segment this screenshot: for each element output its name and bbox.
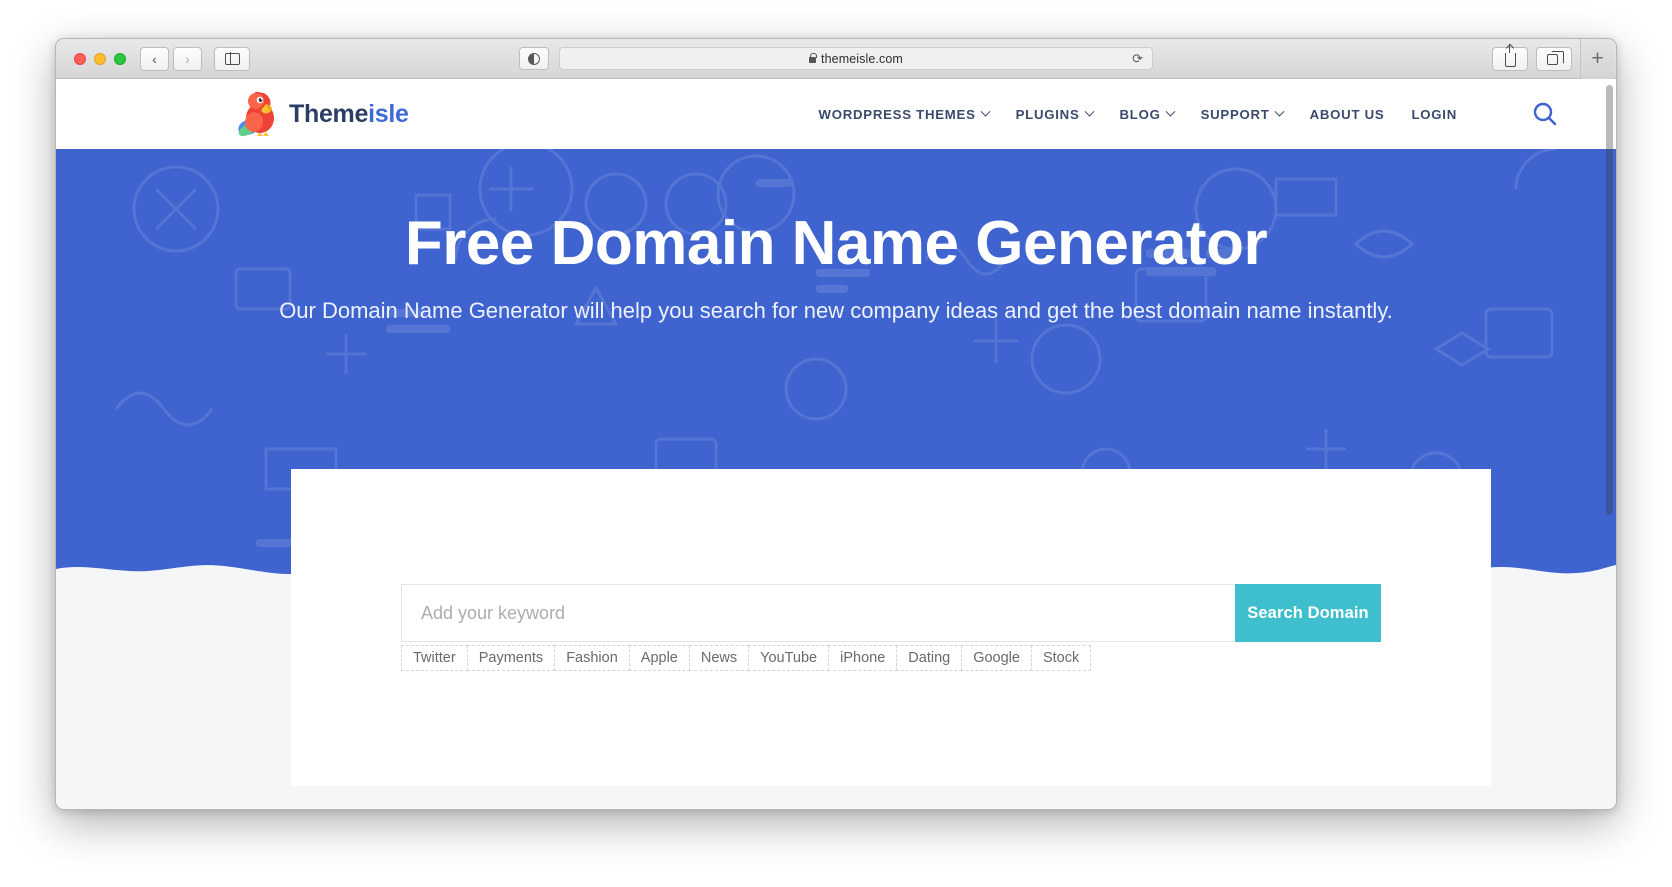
share-icon	[1504, 44, 1516, 67]
site-search-button[interactable]	[1532, 101, 1558, 127]
new-tab-button[interactable]: +	[1580, 39, 1614, 79]
window-controls	[74, 52, 126, 65]
nav-item-support[interactable]: SUPPORT	[1200, 106, 1285, 122]
maximize-window-button[interactable]	[114, 52, 126, 65]
close-window-button[interactable]	[74, 52, 86, 65]
address-bar[interactable]: themeisle.com ⟳	[559, 47, 1153, 70]
nav-label: WORDPRESS THEMES	[818, 106, 976, 122]
page-scrollbar-thumb[interactable]	[1606, 85, 1613, 515]
domain-search-area: Search Domain Twitter Payments Fashion A…	[401, 584, 1381, 671]
nav-label: BLOG	[1119, 106, 1161, 122]
nav-label: ABOUT US	[1309, 106, 1385, 122]
search-row: Search Domain	[401, 584, 1381, 642]
nav-item-plugins[interactable]: PLUGINS	[1015, 106, 1094, 122]
keyword-tag-stock[interactable]: Stock	[1030, 645, 1092, 671]
browser-toolbar: ‹ › themeisle.com ⟳ +	[56, 39, 1616, 79]
hero-content: Free Domain Name Generator Our Domain Na…	[56, 149, 1616, 324]
chevron-down-icon	[1084, 106, 1094, 117]
keyword-tag-twitter[interactable]: Twitter	[401, 645, 468, 671]
desktop-backdrop: ‹ › themeisle.com ⟳ + Themeisle WORDPRES…	[0, 0, 1672, 887]
keyword-input[interactable]	[401, 584, 1235, 642]
keyword-tag-dating[interactable]: Dating	[896, 645, 963, 671]
reload-button[interactable]: ⟳	[1132, 52, 1143, 65]
page-viewport: Themeisle WORDPRESS THEMES PLUGINS BLOG	[56, 79, 1616, 809]
nav-item-login[interactable]: LOGIN	[1411, 107, 1457, 122]
reader-view-button[interactable]	[519, 47, 549, 70]
keyword-tag-fashion[interactable]: Fashion	[554, 645, 630, 671]
domain-search-card: Search Domain Twitter Payments Fashion A…	[291, 469, 1491, 786]
back-button[interactable]: ‹	[140, 46, 169, 71]
nav-item-about-us[interactable]: ABOUT US	[1310, 107, 1385, 122]
keyword-tag-youtube[interactable]: YouTube	[748, 645, 830, 671]
sidebar-icon	[224, 52, 240, 65]
chevron-right-icon: ›	[185, 50, 190, 67]
forward-button[interactable]: ›	[173, 46, 202, 71]
nav-label: LOGIN	[1411, 106, 1457, 122]
nav-label: PLUGINS	[1015, 106, 1080, 122]
keyword-tag-google[interactable]: Google	[961, 645, 1032, 671]
site-header: Themeisle WORDPRESS THEMES PLUGINS BLOG	[56, 79, 1616, 149]
logo-text-dark: Theme	[289, 99, 369, 128]
search-icon	[1533, 102, 1557, 126]
browser-window: ‹ › themeisle.com ⟳ + Themeisle WORDPRES…	[55, 38, 1617, 810]
chevron-down-icon	[1274, 106, 1285, 117]
site-logo[interactable]: Themeisle	[236, 91, 409, 137]
reader-view-icon	[528, 52, 540, 65]
toggle-sidebar-button[interactable]	[214, 46, 250, 71]
site-logo-text: Themeisle	[289, 100, 409, 129]
url-text: themeisle.com	[821, 51, 903, 66]
page-scrollbar[interactable]	[1602, 79, 1616, 809]
chevron-left-icon: ‹	[152, 50, 157, 67]
suggested-keywords: Twitter Payments Fashion Apple News YouT…	[401, 645, 1381, 671]
logo-text-blue: isle	[368, 99, 409, 128]
page-title: Free Domain Name Generator	[404, 209, 1268, 278]
parrot-logo-icon	[238, 91, 274, 137]
tab-overview-button[interactable]	[1536, 46, 1572, 71]
tab-overview-icon	[1547, 51, 1564, 65]
minimize-window-button[interactable]	[94, 52, 106, 65]
page-subtitle: Our Domain Name Generator will help you …	[279, 298, 1393, 324]
keyword-tag-payments[interactable]: Payments	[466, 645, 556, 671]
address-bar-container: themeisle.com ⟳	[56, 47, 1616, 70]
nav-label: SUPPORT	[1200, 106, 1270, 122]
keyword-tag-apple[interactable]: Apple	[628, 645, 690, 671]
chevron-down-icon	[980, 106, 991, 117]
share-button[interactable]	[1492, 44, 1528, 71]
main-navigation: WORDPRESS THEMES PLUGINS BLOG SUPPORT AB…	[819, 101, 1558, 127]
lock-icon	[809, 52, 817, 63]
keyword-tag-news[interactable]: News	[688, 645, 750, 671]
keyword-tag-iphone[interactable]: iPhone	[828, 645, 898, 671]
navigation-buttons: ‹ ›	[140, 46, 202, 71]
nav-item-wordpress-themes[interactable]: WORDPRESS THEMES	[818, 106, 991, 122]
toolbar-right-actions: +	[1492, 39, 1614, 79]
chevron-down-icon	[1165, 106, 1176, 117]
search-domain-button[interactable]: Search Domain	[1235, 584, 1381, 642]
nav-item-blog[interactable]: BLOG	[1119, 106, 1176, 122]
